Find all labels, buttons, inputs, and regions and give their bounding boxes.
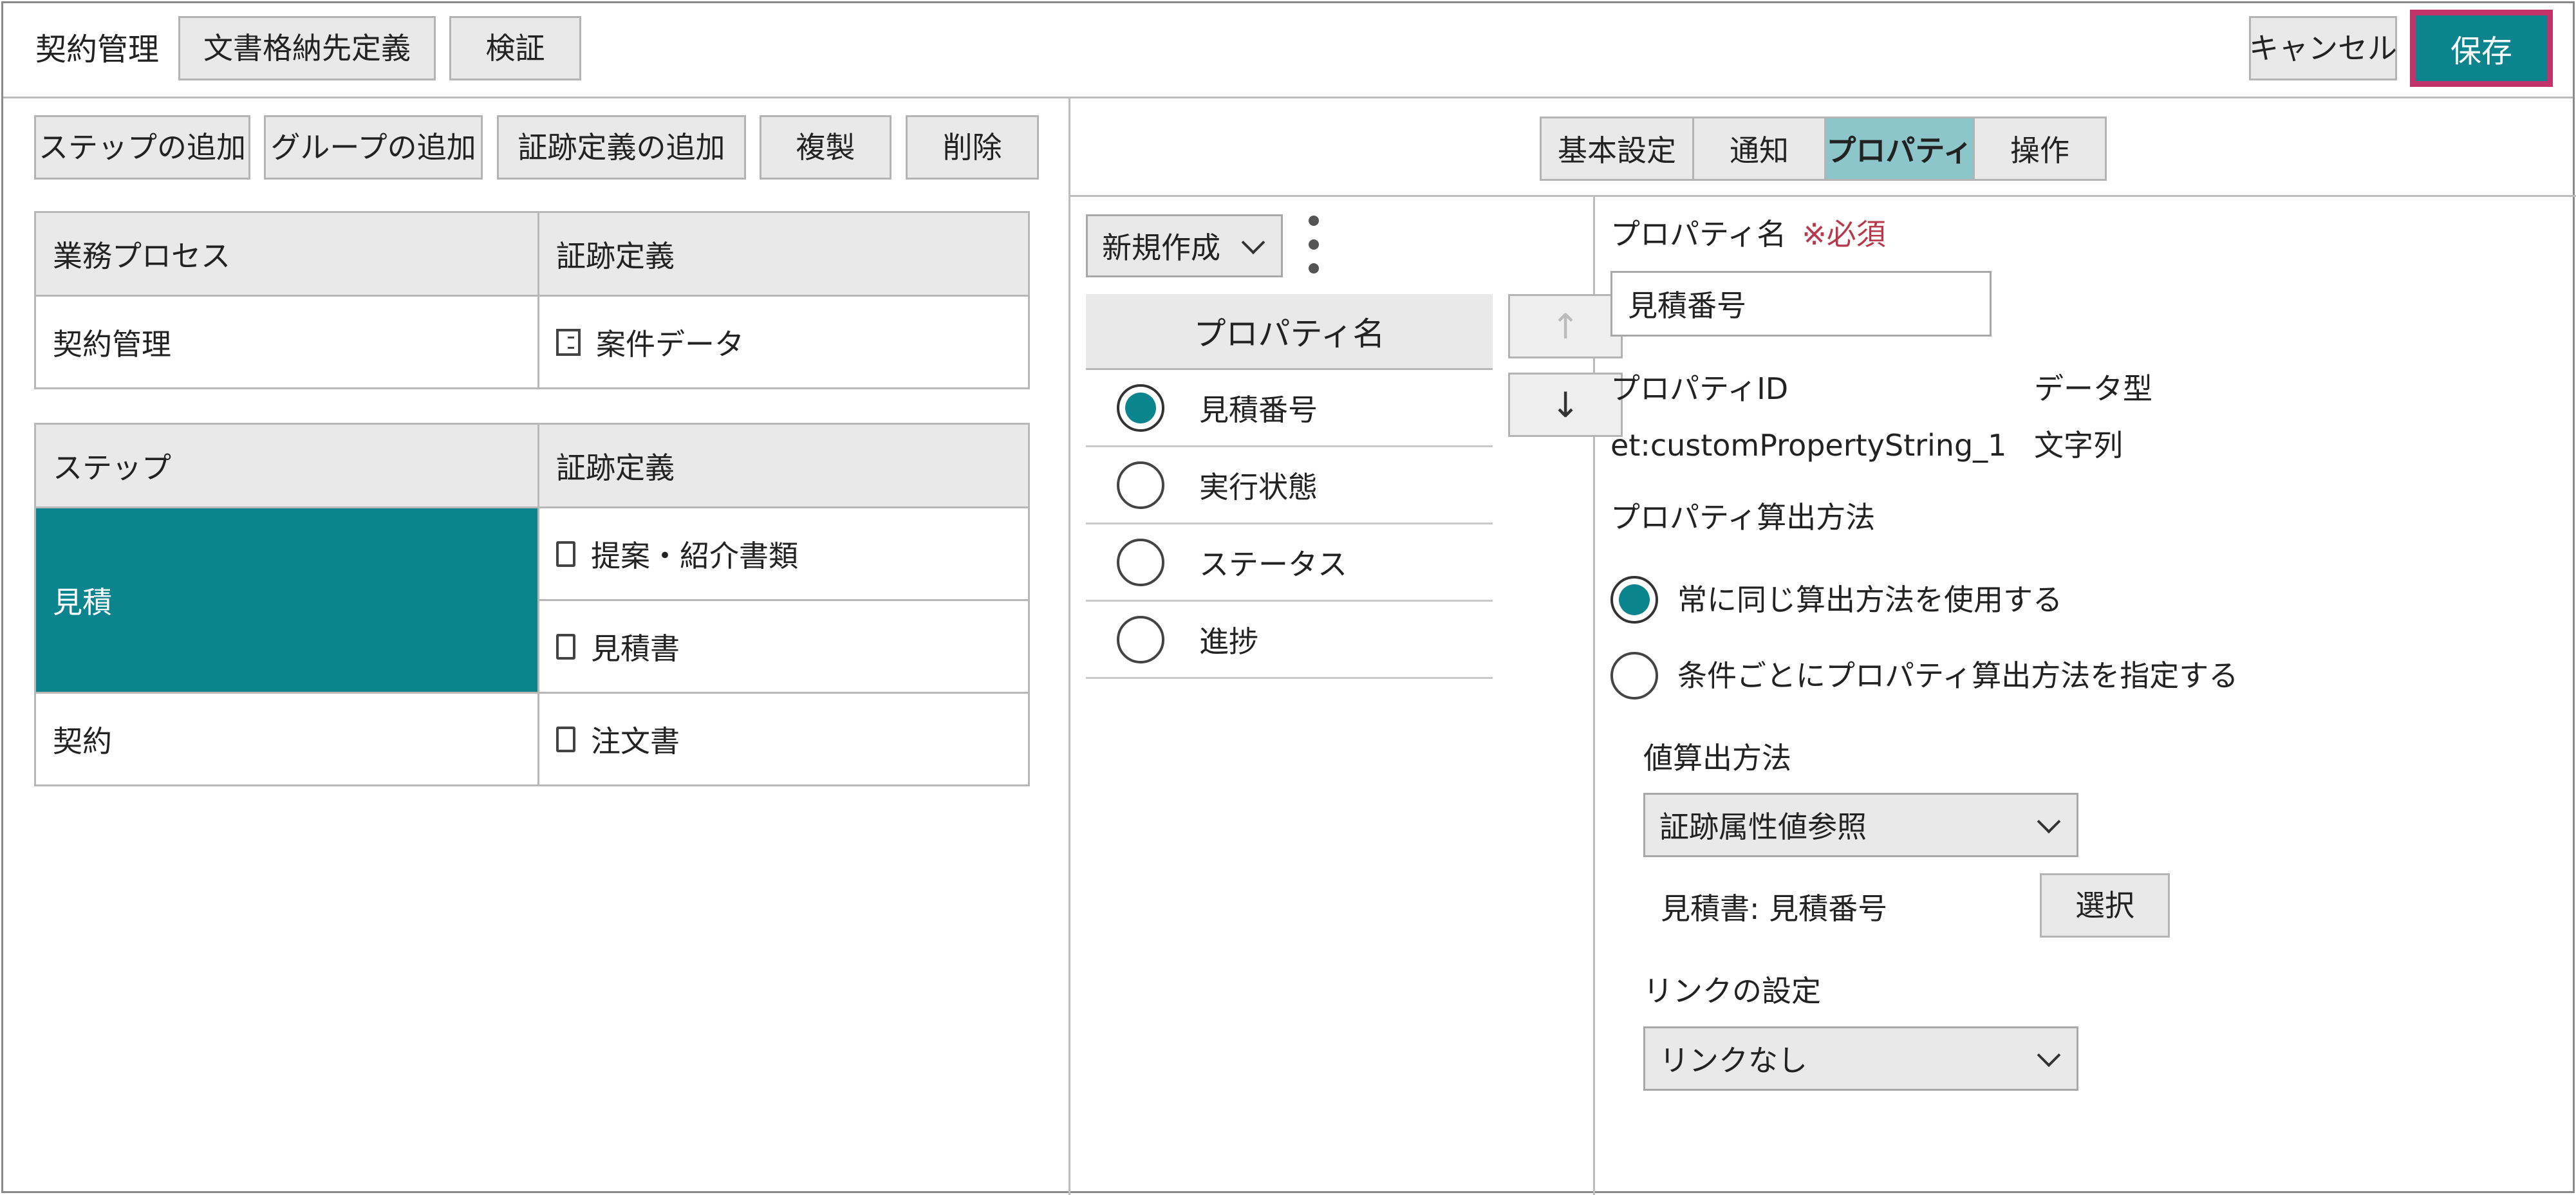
evidence-cell[interactable]: 案件データ bbox=[537, 295, 1030, 389]
tab-notification[interactable]: 通知 bbox=[1692, 116, 1826, 181]
chevron-down-icon bbox=[1241, 230, 1265, 255]
required-marker: ※必須 bbox=[1802, 217, 1886, 252]
property-item-label: 進捗 bbox=[1199, 624, 1258, 659]
verify-button[interactable]: 検証 bbox=[449, 16, 581, 80]
app-title: 契約管理 bbox=[35, 32, 160, 68]
move-down-button[interactable]: ↓ bbox=[1508, 373, 1623, 437]
radio-selected-icon[interactable] bbox=[1117, 384, 1164, 432]
evidence-header: 証跡定義 bbox=[537, 211, 1030, 297]
step-cell[interactable]: 契約 bbox=[34, 692, 539, 786]
evidence-label: 提案・紹介書類 bbox=[591, 538, 798, 573]
radio-selected-icon[interactable] bbox=[1610, 576, 1658, 624]
option-same-label: 常に同じ算出方法を使用する bbox=[1677, 582, 2062, 617]
value-method-label: 値算出方法 bbox=[1643, 741, 1791, 775]
table-row[interactable]: 見積 提案・紹介書類 bbox=[34, 506, 1030, 694]
chevron-down-icon bbox=[2037, 810, 2061, 834]
link-setting-label: リンクの設定 bbox=[1643, 974, 1821, 1008]
evidence-label: 見積書 bbox=[591, 631, 680, 666]
step-table: ステップ 証跡定義 見積 提案・紹介書類 見積書 契約 注文書 bbox=[34, 423, 1030, 786]
link-setting-dropdown[interactable]: リンクなし bbox=[1643, 1026, 2078, 1091]
chevron-down-icon bbox=[2037, 1043, 2061, 1068]
option-conditional-method[interactable]: 条件ごとにプロパティ算出方法を指定する bbox=[1610, 652, 2238, 699]
property-list-item[interactable]: ステータス bbox=[1086, 524, 1493, 602]
arrow-down-icon: ↓ bbox=[1551, 384, 1580, 425]
property-item-label: 実行状態 bbox=[1199, 469, 1318, 505]
document-icon bbox=[556, 727, 575, 752]
link-setting-selected: リンクなし bbox=[1659, 1043, 1807, 1078]
add-step-button[interactable]: ステップの追加 bbox=[34, 115, 250, 180]
radio-icon[interactable] bbox=[1117, 615, 1164, 663]
property-item-label: 見積番号 bbox=[1199, 392, 1318, 427]
value-method-selected: 証跡属性値参照 bbox=[1659, 810, 1867, 844]
property-list-item[interactable]: 進捗 bbox=[1086, 602, 1493, 679]
new-create-label: 新規作成 bbox=[1102, 230, 1220, 265]
table-row[interactable]: 契約 注文書 bbox=[34, 692, 1030, 786]
data-type-label: データ型 bbox=[2034, 371, 2152, 406]
process-header: 業務プロセス bbox=[34, 211, 539, 297]
save-button[interactable]: 保存 bbox=[2410, 10, 2553, 87]
tab-property[interactable]: プロパティ bbox=[1824, 116, 1975, 181]
process-cell[interactable]: 契約管理 bbox=[34, 295, 539, 389]
value-method-dropdown[interactable]: 証跡属性値参照 bbox=[1643, 793, 2078, 857]
property-list-item[interactable]: 実行状態 bbox=[1086, 447, 1493, 524]
property-list-item[interactable]: 見積番号 bbox=[1086, 370, 1493, 447]
property-list-header: プロパティ名 bbox=[1086, 294, 1493, 370]
evidence-cell[interactable]: 見積書 bbox=[537, 599, 1030, 694]
settings-tabs: 基本設定 通知 プロパティ 操作 bbox=[1540, 116, 2107, 181]
calc-method-label: プロパティ算出方法 bbox=[1610, 500, 1876, 535]
document-icon bbox=[556, 634, 575, 660]
tab-basic[interactable]: 基本設定 bbox=[1540, 116, 1694, 181]
evidence-label: 注文書 bbox=[591, 723, 680, 759]
property-item-label: ステータス bbox=[1199, 546, 1347, 582]
property-id-value: et:customPropertyString_1 bbox=[1610, 428, 2007, 463]
property-name-label: プロパティ名 ※必須 bbox=[1610, 216, 1886, 253]
storage-definition-button[interactable]: 文書格納先定義 bbox=[178, 16, 436, 80]
property-name-input[interactable]: 見積番号 bbox=[1610, 271, 1992, 337]
process-table: 業務プロセス 証跡定義 契約管理 案件データ bbox=[34, 211, 1030, 389]
step-evidence-header: 証跡定義 bbox=[537, 423, 1030, 508]
option-same-method[interactable]: 常に同じ算出方法を使用する bbox=[1610, 576, 2062, 624]
select-button[interactable]: 選択 bbox=[2040, 873, 2170, 938]
move-up-button[interactable]: ↑ bbox=[1508, 294, 1623, 358]
tab-operation[interactable]: 操作 bbox=[1973, 116, 2107, 181]
new-create-dropdown[interactable]: 新規作成 bbox=[1086, 214, 1283, 277]
delete-button[interactable]: 削除 bbox=[906, 115, 1039, 180]
evidence-cell[interactable]: 注文書 bbox=[537, 692, 1030, 786]
add-group-button[interactable]: グループの追加 bbox=[264, 115, 483, 180]
panel-divider bbox=[1069, 98, 1070, 1195]
duplicate-button[interactable]: 複製 bbox=[760, 115, 891, 180]
radio-icon[interactable] bbox=[1117, 538, 1164, 586]
table-row[interactable]: 契約管理 案件データ bbox=[34, 295, 1030, 389]
step-header: ステップ bbox=[34, 423, 539, 508]
data-type-value: 文字列 bbox=[2034, 428, 2123, 463]
app-window: 契約管理 文書格納先定義 検証 キャンセル 保存 ステップの追加 グループの追加… bbox=[1, 1, 2576, 1195]
radio-icon[interactable] bbox=[1117, 461, 1164, 509]
evidence-cell[interactable]: 提案・紹介書類 bbox=[537, 506, 1030, 601]
document-icon bbox=[556, 541, 575, 567]
tab-divider bbox=[1070, 195, 2576, 197]
reference-value-field[interactable]: 見積書: 見積番号 bbox=[1643, 875, 2023, 939]
radio-icon[interactable] bbox=[1610, 652, 1658, 699]
cancel-button[interactable]: キャンセル bbox=[2249, 16, 2397, 80]
property-name-text: プロパティ名 bbox=[1610, 217, 1787, 252]
add-evidence-button[interactable]: 証跡定義の追加 bbox=[497, 115, 746, 180]
list-document-icon bbox=[556, 329, 581, 356]
arrow-up-icon: ↑ bbox=[1551, 306, 1580, 347]
top-bar: 契約管理 文書格納先定義 検証 キャンセル 保存 bbox=[3, 3, 2573, 98]
more-menu-icon[interactable] bbox=[1307, 216, 1320, 273]
option-conditional-label: 条件ごとにプロパティ算出方法を指定する bbox=[1677, 658, 2239, 693]
step-cell-selected[interactable]: 見積 bbox=[34, 506, 539, 694]
evidence-label: 案件データ bbox=[596, 326, 744, 362]
property-id-label: プロパティID bbox=[1610, 371, 1789, 406]
